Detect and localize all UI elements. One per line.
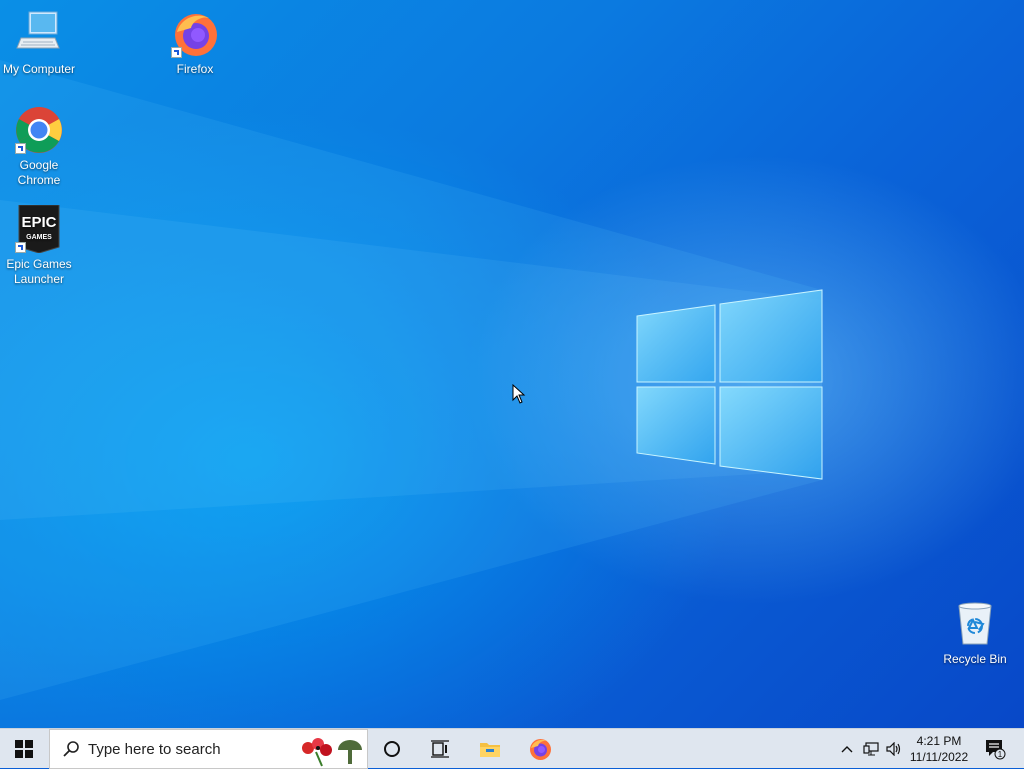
- network-button[interactable]: [860, 729, 882, 769]
- wallpaper: [0, 60, 823, 700]
- epic-games-launcher-desktop-icon[interactable]: EPIC GAMES Epic Games Launcher: [0, 204, 78, 287]
- search-icon: [63, 741, 79, 757]
- search-placeholder: Type here to search: [88, 741, 221, 758]
- network-icon: [863, 742, 879, 756]
- shortcut-arrow-icon: [15, 242, 26, 253]
- icon-label: Firefox: [176, 62, 214, 76]
- icon-label: Google Chrome: [17, 158, 61, 187]
- chrome-icon: [15, 106, 63, 154]
- file-explorer-taskbar-button[interactable]: [468, 729, 512, 769]
- start-button[interactable]: [0, 729, 48, 769]
- clock-time: 4:21 PM: [916, 734, 962, 748]
- cortana-button[interactable]: [370, 729, 414, 769]
- clock-date: 11/11/2022: [909, 750, 969, 764]
- notification-icon: 1: [986, 740, 1006, 760]
- show-hidden-icons-button[interactable]: [836, 729, 858, 769]
- task-view-button[interactable]: [418, 729, 462, 769]
- action-center-button[interactable]: 1: [976, 729, 1014, 769]
- notification-count-badge: 1: [998, 750, 1003, 759]
- my-computer-icon[interactable]: My Computer: [0, 10, 78, 77]
- firefox-icon: [530, 739, 551, 760]
- google-chrome-desktop-icon[interactable]: Google Chrome: [0, 106, 78, 188]
- icon-label: Epic Games Launcher: [6, 257, 72, 286]
- shortcut-arrow-icon: [171, 47, 182, 58]
- mouse-cursor-icon: [512, 384, 526, 404]
- epic-logo-subtext: GAMES: [26, 234, 52, 241]
- windows-logo-icon: [15, 740, 33, 758]
- taskbar-search-box[interactable]: Type here to search: [49, 729, 368, 769]
- firefox-taskbar-button[interactable]: [518, 729, 562, 769]
- icon-label: Recycle Bin: [943, 652, 1007, 666]
- shortcut-arrow-icon: [15, 143, 26, 154]
- volume-button[interactable]: [883, 729, 905, 769]
- monitor-icon: [15, 10, 63, 58]
- firefox-desktop-icon[interactable]: Firefox: [156, 10, 234, 77]
- search-highlight-image-icon: [302, 738, 362, 767]
- firefox-icon: [171, 10, 219, 58]
- desktop[interactable]: My Computer Firefox Google Chrome EPIC G…: [0, 0, 1024, 728]
- speaker-icon: [886, 742, 901, 756]
- recycle-bin-icon[interactable]: Recycle Bin: [936, 600, 1014, 667]
- file-explorer-icon: [480, 743, 500, 757]
- clock-button[interactable]: 4:21 PM 11/11/2022: [908, 729, 970, 769]
- icon-label: My Computer: [2, 62, 76, 76]
- task-view-icon: [431, 740, 449, 758]
- cortana-icon: [384, 741, 400, 757]
- epic-games-icon: EPIC GAMES: [15, 204, 63, 254]
- epic-logo-text: EPIC: [21, 214, 56, 231]
- recycle-bin-glyph-icon: [951, 600, 999, 648]
- taskbar: Type here to search 4:21 PM 11/11/2022 1: [0, 728, 1024, 769]
- chevron-up-icon: [841, 746, 853, 753]
